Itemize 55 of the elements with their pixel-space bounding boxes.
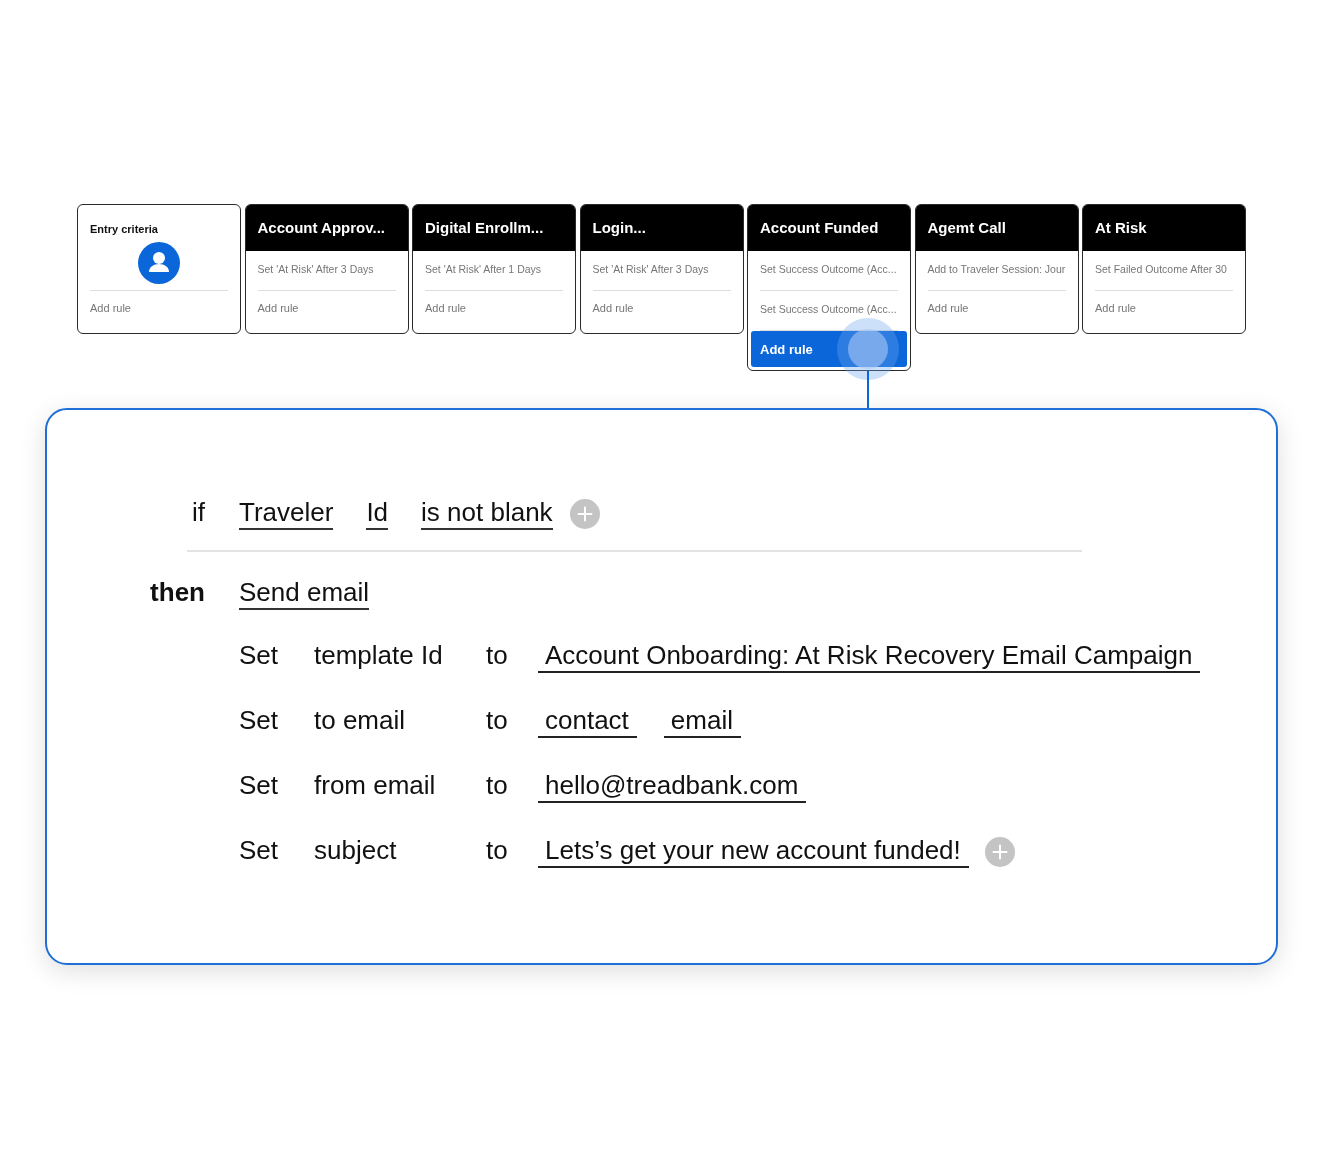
to-label: to [486, 640, 508, 672]
to-label: to [486, 705, 508, 737]
condition-field[interactable]: Id [366, 497, 389, 530]
stage-card[interactable]: Account Approv... Set 'At Risk' After 3 Days Add rule [244, 204, 409, 334]
stage-header: Account Funded [748, 205, 910, 251]
person-avatar-icon [138, 242, 180, 284]
field-name-label: template Id [314, 640, 443, 672]
tap-indicator-icon [837, 318, 899, 380]
rule-item[interactable]: Set Failed Outcome After 30 [1095, 251, 1233, 291]
stage-header: Account Approv... [245, 205, 408, 251]
action-field[interactable]: Send email [239, 577, 370, 610]
add-rule-link[interactable]: Add rule [425, 291, 563, 333]
add-rule-link[interactable]: Add rule [90, 291, 228, 333]
rule-item[interactable]: Set 'At Risk' After 3 Days [257, 251, 396, 291]
then-keyword: then [150, 577, 205, 609]
stage-card[interactable]: At Risk Set Failed Outcome After 30 Add rule [1082, 204, 1246, 334]
if-keyword: if [192, 497, 205, 529]
rule-item[interactable]: Set Success Outcome (Acc... [760, 251, 898, 291]
set-label: Set [239, 705, 279, 737]
stage-header: Agemt Call [915, 205, 1078, 251]
add-rule-link[interactable]: Add rule [1095, 291, 1233, 333]
add-rule-link[interactable]: Add rule [927, 291, 1066, 333]
rule-item[interactable]: Add to Traveler Session: Jour [927, 251, 1066, 291]
to-label: to [486, 835, 508, 867]
field-name-label: subject [314, 835, 397, 867]
add-rule-link[interactable]: Add rule [592, 291, 731, 333]
add-icon[interactable] [569, 498, 600, 529]
add-icon[interactable] [984, 836, 1015, 867]
value-field[interactable]: Lets’s get your new account funded! [538, 835, 969, 868]
to-label: to [486, 770, 508, 802]
value-field[interactable]: email [663, 705, 741, 738]
stage-card[interactable]: Entry criteria Add rule [77, 204, 241, 334]
field-name-label: from email [314, 770, 436, 802]
set-label: Set [239, 770, 279, 802]
stage-header: At Risk [1083, 205, 1245, 251]
add-rule-button[interactable]: Add rule [751, 331, 907, 367]
condition-field[interactable]: is not blank [421, 497, 553, 530]
stage-card[interactable]: Agemt Call Add to Traveler Session: Jour Add rule [914, 204, 1079, 334]
field-name-label: to email [314, 705, 406, 737]
stage-header: Digital Enrollm... [413, 205, 575, 251]
set-label: Set [239, 640, 279, 672]
rule-item[interactable]: Set 'At Risk' After 1 Days [425, 251, 563, 291]
value-field[interactable]: contact [538, 705, 637, 738]
add-rule-link[interactable]: Add rule [257, 291, 396, 333]
set-label: Set [239, 835, 279, 867]
value-field[interactable]: hello@treadbank.com [538, 770, 807, 803]
value-field[interactable]: Account Onboarding: At Risk Recovery Email Campaign [538, 640, 1201, 673]
stage-card[interactable]: Account Funded Set Success Outcome (Acc... Set Success Outcome (Acc... Add rule [747, 204, 911, 371]
stage-header: Login... [580, 205, 743, 251]
card-title: Entry criteria [90, 222, 158, 236]
condition-field[interactable]: Traveler [239, 497, 334, 530]
rule-item[interactable]: Set 'At Risk' After 3 Days [592, 251, 731, 291]
stage-card[interactable]: Digital Enrollm... Set 'At Risk' After 1 Days Add rule [412, 204, 576, 334]
stage-card[interactable]: Login... Set 'At Risk' After 3 Days Add rule [579, 204, 744, 334]
connector-line [867, 371, 869, 408]
